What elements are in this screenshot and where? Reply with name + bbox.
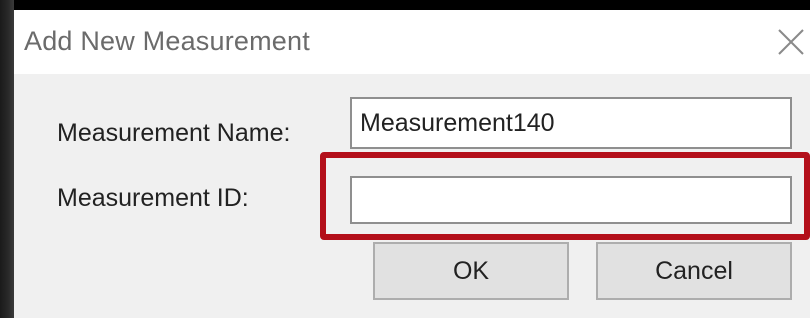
dialog-title: Add New Measurement: [24, 26, 310, 56]
close-button[interactable]: [774, 24, 810, 60]
add-measurement-dialog: Add New Measurement Measurement Name: Me…: [14, 10, 810, 318]
measurement-name-label: Measurement Name:: [57, 119, 291, 147]
dialog-titlebar: Add New Measurement: [14, 10, 810, 74]
measurement-name-input[interactable]: [350, 97, 792, 149]
ok-button[interactable]: OK: [373, 242, 569, 300]
screenshot-frame: Add New Measurement Measurement Name: Me…: [0, 0, 810, 318]
close-icon: [778, 29, 804, 55]
window-shadow-edge: [0, 0, 14, 318]
measurement-id-label: Measurement ID:: [57, 184, 249, 212]
cancel-button[interactable]: Cancel: [596, 242, 792, 300]
measurement-id-input[interactable]: [350, 176, 792, 224]
